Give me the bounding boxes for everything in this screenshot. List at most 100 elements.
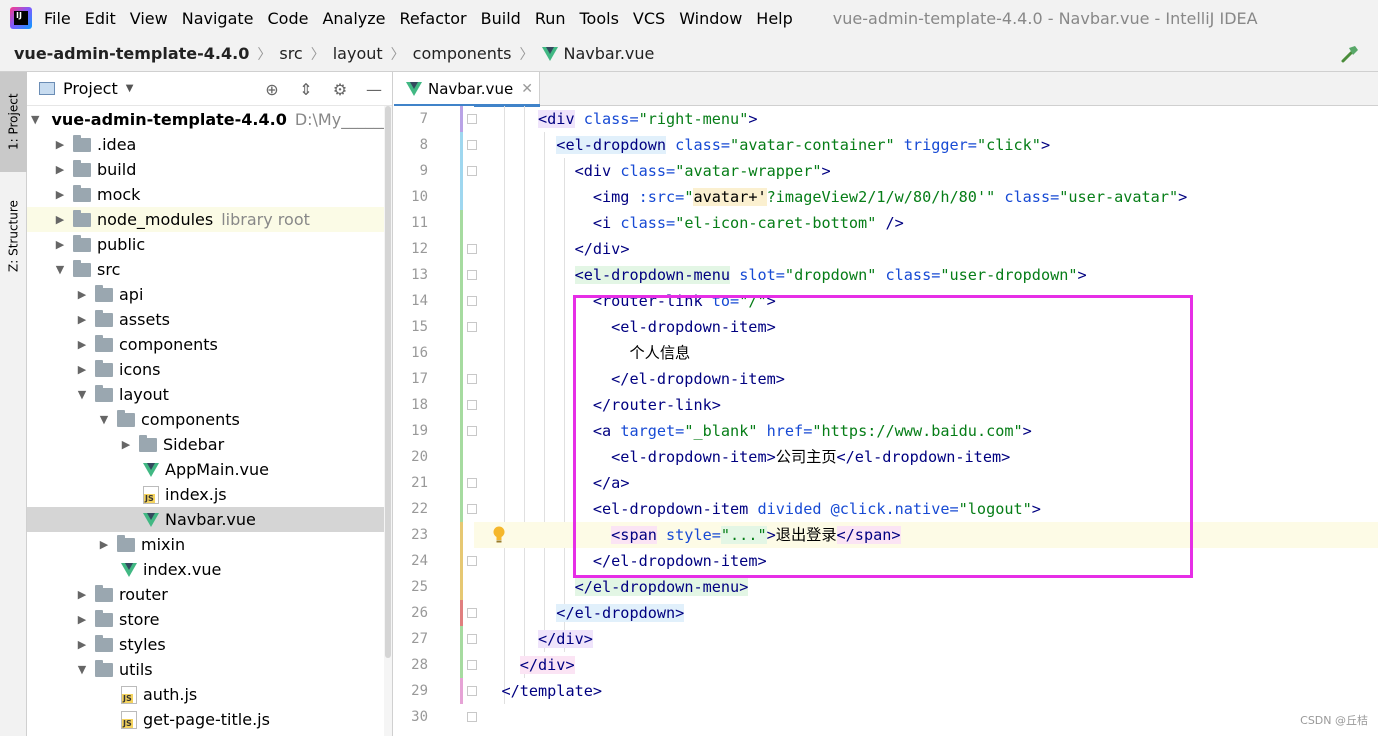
- breadcrumb-project[interactable]: vue-admin-template-4.4.0: [14, 44, 249, 63]
- code-line-11: <i class="el-icon-caret-bottom" />: [474, 210, 1378, 236]
- change-marker: [460, 210, 463, 314]
- tree-item-layout[interactable]: ▼ layout: [27, 382, 392, 407]
- vue-file-icon: [143, 512, 159, 527]
- menu-view[interactable]: View: [130, 9, 168, 28]
- tree-item-project-root[interactable]: ▼ vue-admin-template-4.4.0 D:\My________…: [27, 107, 392, 132]
- collapsed-arrow-icon[interactable]: ▶: [53, 188, 67, 201]
- line-number: 16: [411, 345, 428, 361]
- tree-item-layout-components[interactable]: ▼ components: [27, 407, 392, 432]
- project-tool-label: 1: Project: [6, 93, 21, 151]
- project-panel-title[interactable]: Project: [63, 79, 118, 98]
- close-icon[interactable]: ✕: [521, 81, 533, 97]
- tree-item-build[interactable]: ▶ build: [27, 157, 392, 182]
- collapsed-arrow-icon[interactable]: ▶: [75, 363, 89, 376]
- breadcrumb-navbar-vue[interactable]: Navbar.vue: [564, 44, 655, 63]
- project-view-icon: [39, 82, 55, 95]
- menu-help[interactable]: Help: [756, 9, 792, 28]
- tree-item-sidebar[interactable]: ▶ Sidebar: [27, 432, 392, 457]
- expanded-arrow-icon[interactable]: ▼: [97, 413, 111, 426]
- tree-item-label: build: [97, 160, 137, 179]
- breadcrumb-src[interactable]: src: [279, 44, 302, 63]
- tree-item-navbar-vue[interactable]: Navbar.vue: [27, 507, 392, 532]
- collapsed-arrow-icon[interactable]: ▶: [53, 163, 67, 176]
- tree-item-appmain-vue[interactable]: AppMain.vue: [27, 457, 392, 482]
- lightbulb-icon[interactable]: [492, 526, 506, 544]
- collapsed-arrow-icon[interactable]: ▶: [53, 138, 67, 151]
- tree-item-mixin[interactable]: ▶ mixin: [27, 532, 392, 557]
- code-line-8: <el-dropdown class="avatar-container" tr…: [474, 132, 1378, 158]
- tab-structure-tool[interactable]: Z: Structure: [0, 182, 27, 290]
- menu-vcs[interactable]: VCS: [633, 9, 665, 28]
- collapsed-arrow-icon[interactable]: ▶: [75, 613, 89, 626]
- tree-item-assets[interactable]: ▶ assets: [27, 307, 392, 332]
- menu-tools[interactable]: Tools: [580, 9, 619, 28]
- menu-code[interactable]: Code: [268, 9, 309, 28]
- collapsed-arrow-icon[interactable]: ▶: [53, 238, 67, 251]
- tree-item-public[interactable]: ▶ public: [27, 232, 392, 257]
- gear-icon[interactable]: ⚙: [330, 79, 350, 99]
- collapsed-arrow-icon[interactable]: ▶: [75, 313, 89, 326]
- tab-navbar-vue[interactable]: Navbar.vue ✕: [394, 72, 540, 107]
- tree-item-label: mock: [97, 185, 141, 204]
- collapsed-arrow-icon[interactable]: ▶: [75, 288, 89, 301]
- menu-analyze[interactable]: Analyze: [322, 9, 385, 28]
- code-token: trigger=: [894, 136, 977, 154]
- collapsed-arrow-icon[interactable]: ▶: [75, 588, 89, 601]
- collapse-all-icon[interactable]: ⇕: [296, 79, 316, 99]
- collapsed-arrow-icon[interactable]: ▶: [75, 638, 89, 651]
- menu-refactor[interactable]: Refactor: [400, 9, 467, 28]
- expanded-arrow-icon[interactable]: ▼: [31, 113, 39, 126]
- menu-file[interactable]: File: [44, 9, 71, 28]
- tab-project-tool[interactable]: 1: Project: [0, 72, 27, 172]
- line-number: 11: [411, 215, 428, 231]
- tree-item-label: utils: [119, 660, 153, 679]
- menu-window[interactable]: Window: [679, 9, 742, 28]
- tree-item-node-modules[interactable]: ▶ node_modules library root: [27, 207, 392, 232]
- collapsed-arrow-icon[interactable]: ▶: [75, 338, 89, 351]
- tree-item-mock[interactable]: ▶ mock: [27, 182, 392, 207]
- menu-edit[interactable]: Edit: [85, 9, 116, 28]
- tree-item-label: vue-admin-template-4.4.0: [51, 110, 287, 129]
- code-line-13: <el-dropdown-menu slot="dropdown" class=…: [474, 262, 1378, 288]
- chevron-down-icon[interactable]: ▼: [126, 83, 134, 94]
- project-scrollbar[interactable]: [384, 106, 392, 736]
- tree-item-styles[interactable]: ▶ styles: [27, 632, 392, 657]
- minimize-icon[interactable]: —: [364, 79, 384, 99]
- tree-item-index-js[interactable]: index.js: [27, 482, 392, 507]
- tree-item-label: router: [119, 585, 168, 604]
- menu-run[interactable]: Run: [535, 9, 566, 28]
- tree-item-utils[interactable]: ▼ utils: [27, 657, 392, 682]
- code-token: >: [739, 578, 749, 596]
- menu-navigate[interactable]: Navigate: [182, 9, 254, 28]
- scrollbar-thumb[interactable]: [385, 106, 391, 658]
- tree-item-index-vue[interactable]: index.vue: [27, 557, 392, 582]
- tree-item-icons[interactable]: ▶ icons: [27, 357, 392, 382]
- folder-icon: [95, 634, 113, 652]
- structure-tool-label: Z: Structure: [6, 200, 21, 272]
- collapsed-arrow-icon[interactable]: ▶: [53, 213, 67, 226]
- tree-item-api[interactable]: ▶ api: [27, 282, 392, 307]
- breadcrumb-components[interactable]: components: [413, 44, 512, 63]
- folder-icon: [95, 359, 113, 377]
- expanded-arrow-icon[interactable]: ▼: [75, 388, 89, 401]
- tree-item-label: mixin: [141, 535, 186, 554]
- locate-target-icon[interactable]: ⊕: [262, 79, 282, 99]
- collapsed-arrow-icon[interactable]: ▶: [119, 438, 133, 451]
- expanded-arrow-icon[interactable]: ▼: [75, 663, 89, 676]
- line-number: 24: [411, 553, 428, 569]
- project-panel: Project ▼ ⊕ ⇕ ⚙ — ▼ vue-admin-template-4…: [27, 72, 393, 736]
- folder-icon: [73, 209, 91, 227]
- tree-item-auth-js[interactable]: auth.js: [27, 682, 392, 707]
- tree-item-router[interactable]: ▶ router: [27, 582, 392, 607]
- build-hammer-icon[interactable]: [1340, 44, 1360, 64]
- menu-build[interactable]: Build: [481, 9, 521, 28]
- tree-item-src[interactable]: ▼ src: [27, 257, 392, 282]
- breadcrumb-layout[interactable]: layout: [333, 44, 383, 63]
- tree-item-get-page-title-js[interactable]: get-page-title.js: [27, 707, 392, 732]
- collapsed-arrow-icon[interactable]: ▶: [97, 538, 111, 551]
- tree-item-store[interactable]: ▶ store: [27, 607, 392, 632]
- tree-item-components[interactable]: ▶ components: [27, 332, 392, 357]
- expanded-arrow-icon[interactable]: ▼: [53, 263, 67, 276]
- line-number: 21: [411, 475, 428, 491]
- tree-item-idea[interactable]: ▶ .idea: [27, 132, 392, 157]
